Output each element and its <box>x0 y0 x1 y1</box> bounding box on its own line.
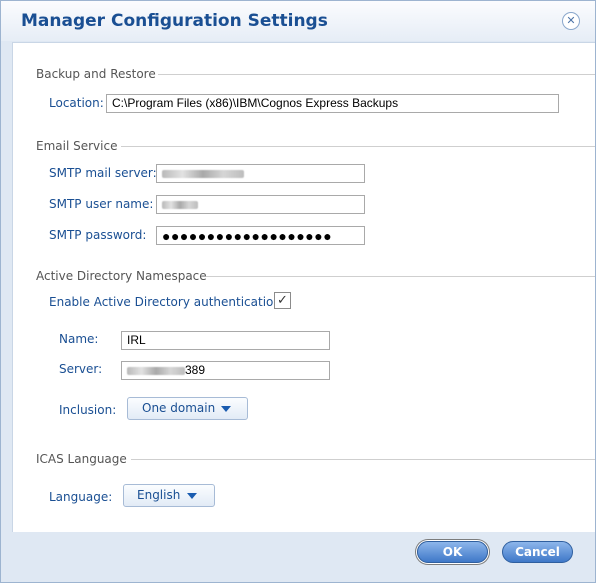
redacted-text <box>127 366 185 375</box>
dialog-title: Manager Configuration Settings <box>21 11 328 31</box>
section-divider <box>206 276 595 277</box>
checkmark-icon: ✓ <box>277 293 288 308</box>
ad-server-port: 389 <box>185 363 206 377</box>
ok-button[interactable]: OK <box>417 541 488 563</box>
section-heading-email: Email Service <box>36 139 118 153</box>
dialog-body: Backup and Restore Location: C:\Program … <box>12 42 595 532</box>
section-divider <box>131 459 595 460</box>
smtp-user-label: SMTP user name: <box>49 197 154 211</box>
language-value: English <box>137 488 181 502</box>
smtp-password-label: SMTP password: <box>49 228 147 242</box>
smtp-user-field[interactable] <box>156 195 365 214</box>
dialog-footer: OK Cancel <box>1 532 595 582</box>
dialog-titlebar[interactable]: Manager Configuration Settings ✕ <box>1 1 595 41</box>
section-heading-active-directory: Active Directory Namespace <box>36 269 207 283</box>
location-field[interactable]: C:\Program Files (x86)\IBM\Cognos Expres… <box>106 94 559 113</box>
chevron-down-icon <box>187 493 197 499</box>
section-divider <box>121 146 595 147</box>
section-heading-icas: ICAS Language <box>36 452 127 466</box>
smtp-password-field[interactable]: ●●●●●●●●●●●●●●●●●●● <box>156 226 365 245</box>
inclusion-label: Inclusion: <box>59 403 117 417</box>
section-divider <box>158 74 595 75</box>
inclusion-dropdown[interactable]: One domain <box>127 397 248 420</box>
ad-server-field[interactable]: 389 <box>121 361 330 380</box>
close-icon[interactable]: ✕ <box>562 12 580 30</box>
language-dropdown[interactable]: English <box>123 484 215 507</box>
language-label: Language: <box>49 490 113 504</box>
smtp-server-field[interactable] <box>156 164 365 183</box>
ad-server-label: Server: <box>59 362 103 376</box>
inclusion-value: One domain <box>142 401 216 415</box>
redacted-text <box>162 200 198 209</box>
enable-ad-checkbox[interactable]: ✓ <box>274 292 291 309</box>
ad-name-field[interactable]: IRL <box>121 331 330 350</box>
chevron-down-icon <box>221 406 231 412</box>
enable-ad-label: Enable Active Directory authentication: <box>49 295 286 309</box>
redacted-text <box>162 169 244 178</box>
smtp-server-label: SMTP mail server: <box>49 166 157 180</box>
cancel-button[interactable]: Cancel <box>502 541 573 563</box>
location-label: Location: <box>49 96 104 110</box>
manager-configuration-dialog: Manager Configuration Settings ✕ Backup … <box>0 0 596 583</box>
ad-name-label: Name: <box>59 332 99 346</box>
section-heading-backup: Backup and Restore <box>36 67 156 81</box>
